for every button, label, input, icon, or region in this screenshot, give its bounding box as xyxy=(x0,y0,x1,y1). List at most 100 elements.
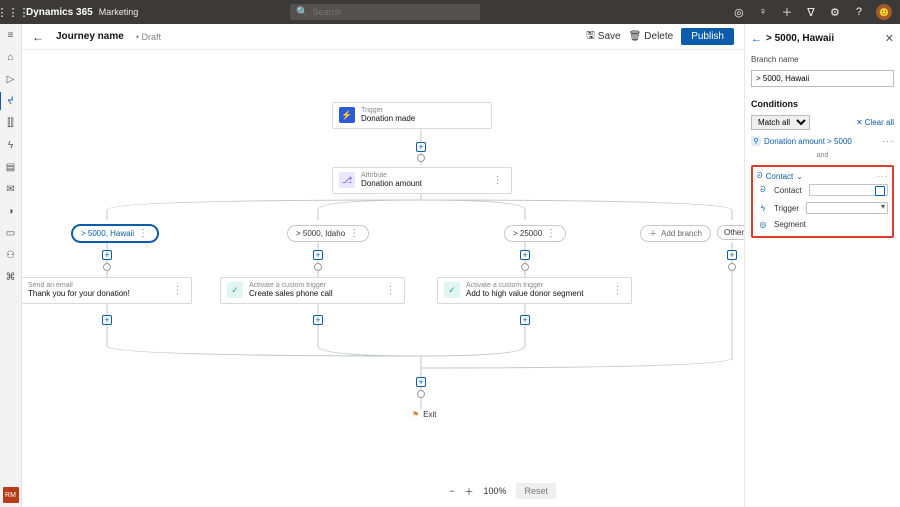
left-nav: ≡ ⌂ ▷ ᔪ ⫿⫿ ϟ ▤ ✉ ◑ ▭ ⚇ ⌘ RM xyxy=(0,24,22,507)
nav-menu-icon[interactable]: ≡ xyxy=(4,28,18,42)
connector-dot xyxy=(728,263,736,271)
nav-bolt-icon[interactable]: ϟ xyxy=(4,138,18,152)
nav-form-icon[interactable]: ▭ xyxy=(4,226,18,240)
nav-play-icon[interactable]: ▷ xyxy=(4,72,18,86)
add-step-button[interactable]: + xyxy=(727,250,737,260)
bolt-icon: ⚡ xyxy=(339,107,355,123)
option-segment[interactable]: ◎Segment xyxy=(757,217,888,232)
action-node[interactable]: Send an emailThank you for your donation… xyxy=(22,277,192,304)
node-more-button[interactable]: ⋮ xyxy=(491,175,506,186)
add-step-button[interactable]: + xyxy=(416,142,426,152)
add-step-button[interactable]: + xyxy=(102,315,112,325)
panel-title: > 5000, Hawaii xyxy=(766,33,834,44)
bolt-icon: ϟ xyxy=(757,204,769,213)
app-launcher-icon[interactable]: ⋮⋮⋮ xyxy=(4,6,22,19)
product-name: Dynamics 365 xyxy=(26,7,93,18)
page-title: Journey name xyxy=(56,31,124,42)
delete-button[interactable]: 🗑Delete xyxy=(629,31,674,42)
panel-close-button[interactable]: ✕ xyxy=(885,32,894,45)
attribute-node[interactable]: ⎇ AttributeDonation amount ⋮ xyxy=(332,167,512,194)
global-search[interactable]: 🔍 xyxy=(290,4,480,20)
publish-button[interactable]: Publish xyxy=(681,28,734,45)
back-button[interactable]: ← xyxy=(32,30,44,44)
contact-field-picker[interactable] xyxy=(809,184,888,196)
clear-icon: ✕ xyxy=(856,118,863,127)
zoom-in-button[interactable]: ＋ xyxy=(464,485,473,498)
save-icon: 🖫 xyxy=(586,28,595,45)
condition-more-button[interactable]: ··· xyxy=(877,172,888,181)
action-node[interactable]: ✓ Activate a custom triggerAdd to high v… xyxy=(437,277,632,304)
action-node[interactable]: ✓ Activate a custom triggerCreate sales … xyxy=(220,277,405,304)
connector-dot xyxy=(417,154,425,162)
plus-icon: ＋ xyxy=(649,228,657,239)
condition-icon: ⚲ xyxy=(751,136,761,146)
settings-icon[interactable]: ⚙ xyxy=(828,5,842,19)
branch-name-label: Branch name xyxy=(751,55,894,64)
pill-more-button[interactable]: ⋮ xyxy=(349,228,360,239)
nav-email-icon[interactable]: ✉ xyxy=(4,182,18,196)
add-step-button[interactable]: + xyxy=(313,250,323,260)
branch-other-pill[interactable]: Other xyxy=(717,225,744,240)
node-more-button[interactable]: ⋮ xyxy=(384,285,399,296)
nav-journeys-icon[interactable]: ᔪ xyxy=(4,94,18,108)
assist-icon[interactable]: ◎ xyxy=(732,5,746,19)
user-avatar[interactable]: 🙂 xyxy=(876,4,892,20)
clear-all-button[interactable]: ✕Clear all xyxy=(856,118,894,127)
option-contact[interactable]: ᘐContact xyxy=(757,181,888,199)
help-icon[interactable]: ? xyxy=(852,5,866,19)
node-more-button[interactable]: ⋮ xyxy=(171,285,186,296)
pill-more-button[interactable]: ⋮ xyxy=(546,228,557,239)
search-input[interactable] xyxy=(313,7,475,17)
nav-audience-icon[interactable]: ⚇ xyxy=(4,248,18,262)
add-icon[interactable]: ＋ xyxy=(780,5,794,19)
add-step-button[interactable]: + xyxy=(520,250,530,260)
save-button[interactable]: 🖫Save xyxy=(586,28,620,45)
existing-condition[interactable]: ⚲Donation amount > 5000 ··· xyxy=(751,136,894,146)
branch-pill-selected[interactable]: > 5000, Hawaii⋮ xyxy=(72,225,158,242)
branch-pill[interactable]: > 5000, Idaho⋮ xyxy=(287,225,369,242)
trigger-icon: ✓ xyxy=(227,282,243,298)
branch-name-input[interactable] xyxy=(751,70,894,87)
nav-area-switcher[interactable]: RM xyxy=(3,487,19,503)
connector-dot xyxy=(314,263,322,271)
option-trigger[interactable]: ϟTrigger xyxy=(757,199,888,217)
add-step-button[interactable]: + xyxy=(416,377,426,387)
node-more-button[interactable]: ⋮ xyxy=(611,285,626,296)
zoom-level: 100% xyxy=(483,486,506,496)
condition-more-button[interactable]: ··· xyxy=(882,136,894,146)
journey-canvas[interactable]: ⚡ TriggerDonation made + ⎇ AttributeDona… xyxy=(22,50,744,507)
exit-marker: ⚑Exit xyxy=(412,410,437,419)
flag-icon: ⚑ xyxy=(412,410,419,419)
and-connector: and xyxy=(751,152,894,159)
zoom-controls: − ＋ 100% Reset xyxy=(449,483,556,499)
trigger-icon: ✓ xyxy=(444,282,460,298)
property-panel: ← > 5000, Hawaii ✕ Branch name Condition… xyxy=(744,24,900,507)
trigger-node[interactable]: ⚡ TriggerDonation made xyxy=(332,102,492,129)
nav-link-icon[interactable]: ⌘ xyxy=(4,270,18,284)
add-step-button[interactable]: + xyxy=(520,315,530,325)
add-step-button[interactable]: + xyxy=(313,315,323,325)
add-branch-button[interactable]: ＋Add branch xyxy=(640,225,711,242)
conditions-heading: Conditions xyxy=(751,99,894,109)
filter-icon[interactable]: ∇ xyxy=(804,5,818,19)
module-name: Marketing xyxy=(99,7,139,17)
status-badge: • Draft xyxy=(136,32,161,42)
panel-back-button[interactable]: ← xyxy=(751,33,762,45)
nav-analytics-icon[interactable]: ⫿⫿ xyxy=(4,116,18,130)
zoom-out-button[interactable]: − xyxy=(449,486,454,496)
pill-more-button[interactable]: ⋮ xyxy=(138,228,149,239)
lightbulb-icon[interactable]: ♀ xyxy=(756,5,770,19)
zoom-reset-button[interactable]: Reset xyxy=(516,483,556,499)
nav-clock-icon[interactable]: ◑ xyxy=(4,204,18,218)
header-actions: ◎ ♀ ＋ ∇ ⚙ ? 🙂 xyxy=(732,4,896,20)
nav-home-icon[interactable]: ⌂ xyxy=(4,50,18,64)
branch-pill[interactable]: > 25000⋮ xyxy=(504,225,566,242)
add-step-button[interactable]: + xyxy=(102,250,112,260)
command-bar: ← Journey name • Draft 🖫Save 🗑Delete Pub… xyxy=(22,24,744,50)
match-select[interactable]: Match all xyxy=(751,115,810,130)
trigger-field-picker[interactable] xyxy=(806,202,888,214)
add-condition-box: ᘐ Contact ⌄ ··· ᘐContact ϟTrigger ◎Segme… xyxy=(751,165,894,238)
global-header: ⋮⋮⋮ Dynamics 365 Marketing 🔍 ◎ ♀ ＋ ∇ ⚙ ?… xyxy=(0,0,900,24)
add-condition-type[interactable]: Contact xyxy=(766,172,794,181)
nav-list-icon[interactable]: ▤ xyxy=(4,160,18,174)
